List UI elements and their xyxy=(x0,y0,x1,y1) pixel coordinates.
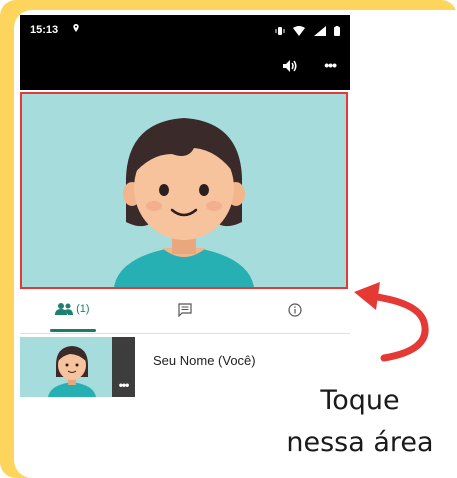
instruction-text: Toque nessa área xyxy=(270,380,450,464)
vibrate-icon xyxy=(275,23,285,41)
curved-arrow-icon xyxy=(354,282,429,362)
location-icon xyxy=(73,24,79,32)
info-icon xyxy=(288,303,302,317)
tab-people-count: (1) xyxy=(76,303,90,316)
speaker-icon[interactable] xyxy=(282,59,298,73)
top-bar: 15:13 ••• xyxy=(20,15,350,90)
participant-tabs: (1) xyxy=(20,293,350,333)
tabs-divider xyxy=(20,333,350,334)
avatar-illustration xyxy=(114,118,254,287)
active-tab-indicator xyxy=(50,329,96,332)
phone-screen: 15:13 ••• (1) ••• Seu Nome (Você) xyxy=(20,15,350,399)
tab-info[interactable] xyxy=(288,303,302,325)
status-time: 15:13 xyxy=(30,24,59,36)
chat-icon xyxy=(178,303,192,318)
main-video-area[interactable] xyxy=(20,92,348,289)
participant-more-icon[interactable]: ••• xyxy=(112,337,135,397)
instruction-line-2: nessa área xyxy=(286,427,434,458)
battery-icon xyxy=(334,23,340,41)
people-icon xyxy=(55,303,73,316)
tab-people[interactable]: (1) xyxy=(55,303,90,325)
signal-icon xyxy=(313,23,326,41)
avatar xyxy=(48,346,96,397)
more-options-icon[interactable]: ••• xyxy=(324,57,337,73)
status-icons xyxy=(271,23,340,36)
wifi-icon xyxy=(293,23,306,41)
participant-name: Seu Nome (Você) xyxy=(153,353,256,368)
instruction-line-1: Toque xyxy=(320,385,400,416)
tab-chat[interactable] xyxy=(178,303,192,325)
